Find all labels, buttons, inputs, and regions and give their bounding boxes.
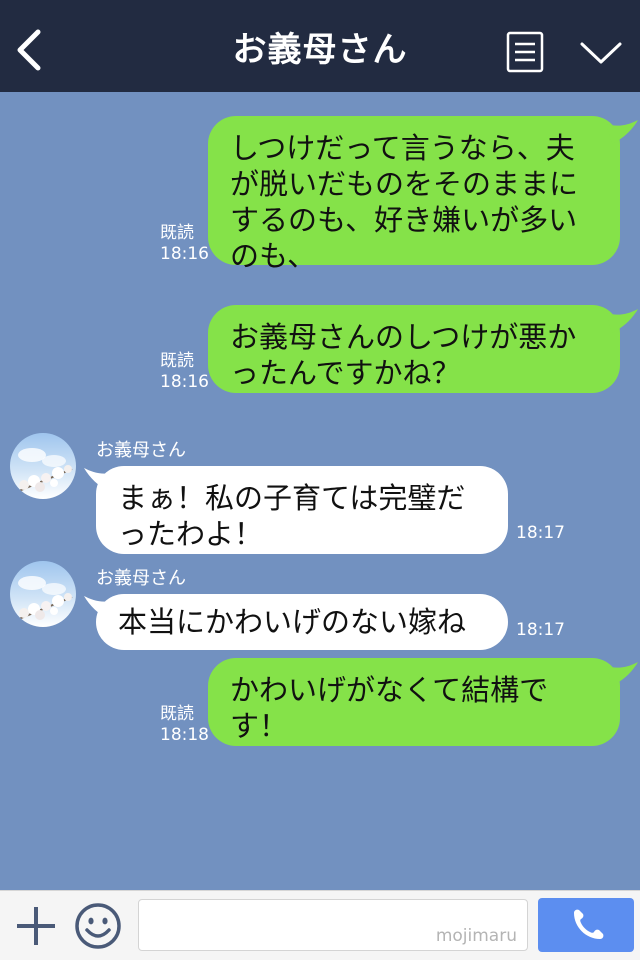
bubble-tail: [606, 309, 638, 333]
read-receipt: 既読 18:16: [160, 351, 209, 393]
cherry-blossom-icon: [13, 576, 73, 622]
outgoing-message-bubble[interactable]: しつけだって言うなら、夫が脱いだものをそのままにするのも、好き嫌いが多いのも、: [208, 116, 620, 273]
avatar[interactable]: [10, 433, 76, 499]
phone-icon: [574, 909, 604, 939]
message-time: 18:16: [160, 244, 209, 264]
sender-name: お義母さん: [96, 440, 186, 461]
message-time: 18:16: [160, 372, 209, 392]
message-time: 18:17: [516, 620, 565, 640]
chevron-down-icon: [580, 42, 622, 64]
message-text: 本当にかわいげのない嫁ね: [118, 605, 467, 639]
message-time: 18:18: [160, 725, 209, 745]
incoming-message-bubble[interactable]: まぁ！私の子育ては完璧だったわよ！: [96, 466, 508, 554]
collapse-button[interactable]: [578, 36, 624, 70]
sender-name: お義母さん: [96, 568, 186, 589]
watermark: mojimaru: [435, 926, 517, 946]
add-attachment-button[interactable]: [14, 904, 58, 948]
chat-title: お義母さん: [232, 30, 408, 70]
list-icon: [506, 31, 544, 73]
message-text: お義母さんのしつけが悪かったんですかね？: [230, 320, 577, 390]
message-time: 18:17: [516, 523, 565, 543]
call-button[interactable]: [538, 898, 634, 952]
read-receipt: 既読 18:18: [160, 704, 209, 746]
read-label: 既読: [160, 704, 194, 724]
avatar[interactable]: [10, 561, 76, 627]
message-text: まぁ！私の子育ては完璧だったわよ！: [118, 481, 466, 551]
read-label: 既読: [160, 223, 194, 243]
bubble-tail: [606, 120, 638, 144]
read-label: 既読: [160, 351, 194, 371]
input-bar: mojimaru: [0, 890, 640, 960]
message-text: しつけだって言うなら、夫が脱いだものをそのままにするのも、好き嫌いが多いのも、: [230, 131, 579, 273]
outgoing-message-bubble[interactable]: かわいげがなくて結構です！: [208, 658, 620, 746]
chat-header: お義母さん: [0, 0, 640, 92]
read-receipt: 既読 18:16: [160, 223, 209, 265]
emoji-button[interactable]: [74, 902, 122, 950]
incoming-message-bubble[interactable]: 本当にかわいげのない嫁ね: [96, 594, 508, 650]
message-text: かわいげがなくて結構です！: [230, 673, 549, 743]
cherry-blossom-icon: [13, 448, 73, 494]
outgoing-message-bubble[interactable]: お義母さんのしつけが悪かったんですかね？: [208, 305, 620, 393]
bubble-tail: [606, 662, 638, 686]
plus-icon: [17, 907, 55, 945]
message-list[interactable]: 既読 18:16 しつけだって言うなら、夫が脱いだものをそのままにするのも、好き…: [0, 92, 640, 890]
message-input[interactable]: mojimaru: [138, 899, 528, 951]
smiley-icon: [75, 903, 121, 949]
menu-button[interactable]: [506, 31, 544, 73]
